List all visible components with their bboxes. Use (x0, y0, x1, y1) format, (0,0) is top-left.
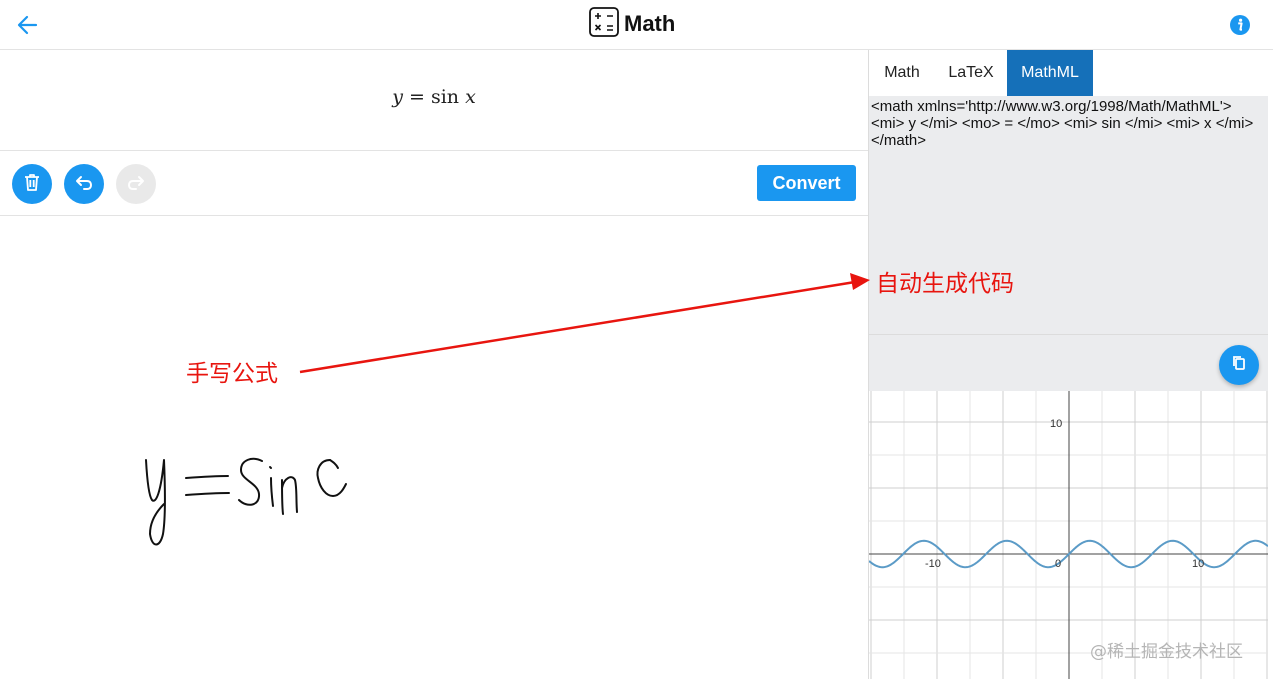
function-graph[interactable]: 10 -10 0 10 (868, 391, 1269, 679)
back-arrow-icon[interactable] (14, 12, 42, 38)
x-tick-label-neg: -10 (925, 558, 941, 570)
formula-lhs: y (392, 86, 403, 108)
formula-argument: x (465, 86, 476, 108)
copy-button[interactable] (1219, 345, 1259, 385)
tab-mathml[interactable]: MathML (1007, 50, 1093, 96)
graph-canvas: 10 -10 0 10 (868, 391, 1269, 679)
redo-icon (125, 171, 147, 198)
output-tabs: Math LaTeX MathML (869, 50, 1269, 96)
clear-button[interactable] (12, 164, 52, 204)
formula-preview: y = sin x (0, 50, 868, 151)
x-tick-label-pos: 10 (1192, 558, 1204, 570)
x-tick-label-zero: 0 (1055, 558, 1061, 570)
rendered-formula: y = sin x (0, 86, 868, 108)
copy-icon (1230, 354, 1248, 377)
app-header: Math (0, 0, 1273, 50)
editor-toolbar: Convert (0, 151, 868, 216)
copy-bar (869, 335, 1268, 391)
info-icon[interactable] (1229, 14, 1251, 36)
code-output-area[interactable]: <math xmlns='http://www.w3.org/1998/Math… (869, 96, 1268, 335)
trash-icon (21, 171, 43, 198)
page-title: Math (589, 6, 676, 42)
tab-latex[interactable]: LaTeX (935, 50, 1007, 96)
handwritten-formula (145, 457, 347, 546)
mathml-code: <math xmlns='http://www.w3.org/1998/Math… (871, 98, 1254, 149)
y-tick-label: 10 (1050, 418, 1062, 430)
calculator-icon (589, 6, 619, 42)
formula-equals: = (408, 86, 425, 108)
editor-panel: y = sin x Convert (0, 50, 868, 679)
undo-icon (73, 171, 95, 198)
handwriting-canvas[interactable] (0, 216, 868, 679)
output-panel: Math LaTeX MathML <math xmlns='http://ww… (868, 50, 1269, 679)
convert-button[interactable]: Convert (757, 165, 856, 201)
tab-math[interactable]: Math (869, 50, 935, 96)
formula-function: sin (430, 86, 460, 108)
redo-button[interactable] (116, 164, 156, 204)
title-text: Math (624, 11, 676, 36)
undo-button[interactable] (64, 164, 104, 204)
